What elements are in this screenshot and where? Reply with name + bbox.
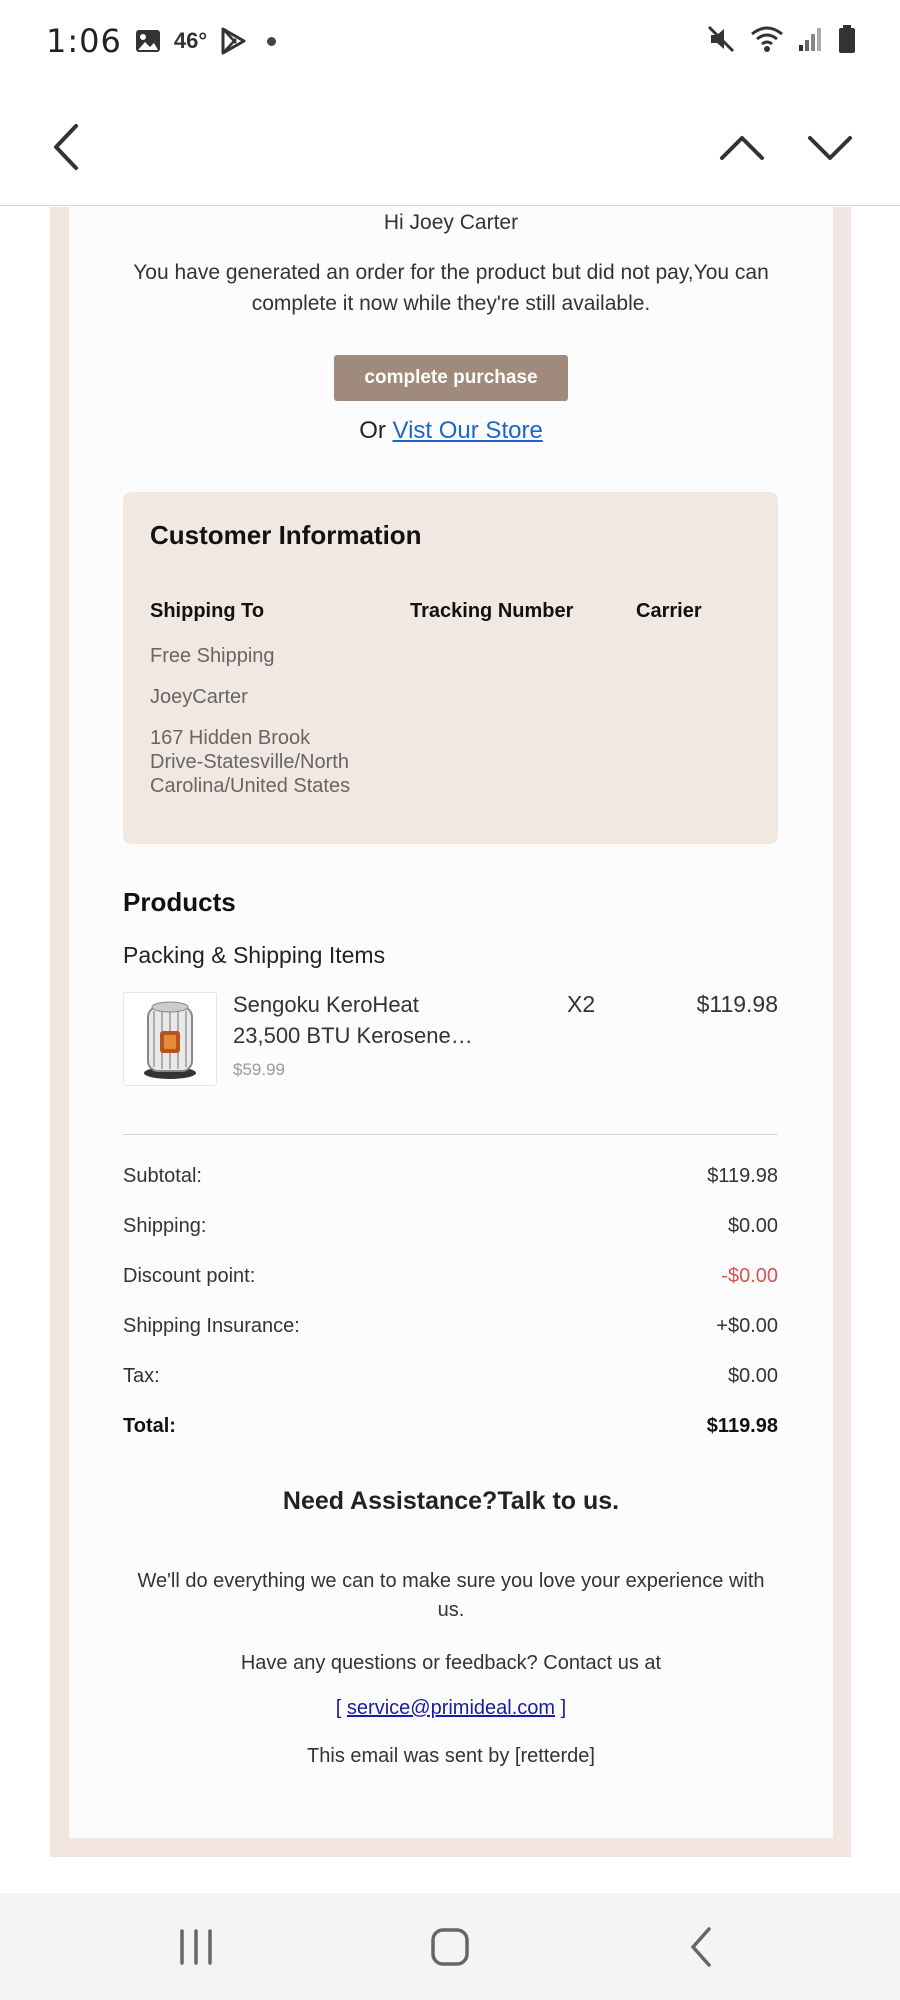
tracking-number-header: Tracking Number bbox=[410, 600, 574, 622]
divider bbox=[123, 1134, 778, 1135]
summary-row-shipping: Shipping: $0.00 bbox=[123, 1215, 778, 1238]
back-icon[interactable] bbox=[684, 1923, 718, 1971]
notification-dot-icon bbox=[267, 36, 277, 46]
summary-row-tax: Tax: $0.00 bbox=[123, 1365, 778, 1388]
visit-store-link[interactable]: Vist Our Store bbox=[393, 417, 543, 444]
sent-by-line: This email was sent by [retterde] bbox=[307, 1745, 595, 1767]
play-store-icon bbox=[221, 27, 246, 55]
assistance-title: Need Assistance?Talk to us. bbox=[282, 1487, 620, 1515]
recent-apps-icon[interactable] bbox=[176, 1923, 216, 1971]
summary-value: $0.00 bbox=[727, 1215, 778, 1237]
address-line-3: Carolina/United States bbox=[150, 775, 351, 797]
customer-name: JoeyCarter bbox=[150, 686, 248, 708]
address-line-2: Drive-Statesville/North bbox=[150, 751, 349, 773]
store-line: Or Vist Our Store bbox=[69, 417, 833, 445]
summary-label: Total: bbox=[123, 1415, 176, 1437]
email-frame: Hi Joey Carter You have generated an ord… bbox=[50, 207, 851, 1857]
status-time: 1:06 bbox=[46, 22, 122, 60]
intro-text: You have generated an order for the prod… bbox=[133, 261, 769, 315]
bracket-close: ] bbox=[555, 1697, 567, 1719]
summary-row-insurance: Shipping Insurance: +$0.00 bbox=[123, 1315, 778, 1338]
address-line-1: 167 Hidden Brook bbox=[150, 727, 311, 749]
greeting: Hi Joey Carter bbox=[383, 211, 519, 234]
assistance-text: We'll do everything we can to make sure … bbox=[137, 1570, 765, 1621]
summary-row-subtotal: Subtotal: $119.98 bbox=[123, 1165, 778, 1188]
mute-icon bbox=[707, 25, 735, 53]
summary-value: $0.00 bbox=[727, 1365, 778, 1387]
packing-title: Packing & Shipping Items bbox=[123, 942, 386, 968]
summary-label: Tax: bbox=[123, 1365, 160, 1387]
summary-label: Subtotal: bbox=[123, 1165, 202, 1187]
heater-image-icon bbox=[144, 1001, 196, 1079]
store-prefix: Or bbox=[359, 417, 393, 444]
summary-label: Shipping: bbox=[123, 1215, 207, 1237]
contact-line: Have any questions or feedback? Contact … bbox=[240, 1652, 662, 1674]
shipping-to-header: Shipping To bbox=[150, 600, 265, 622]
summary-row-total: Total: $119.98 bbox=[123, 1415, 778, 1438]
contact-email-link[interactable]: service@primideal.com bbox=[347, 1697, 555, 1719]
product-name[interactable]: Sengoku KeroHeat 23,500 BTU Kerosene… bbox=[233, 989, 473, 1051]
wifi-icon bbox=[751, 26, 783, 52]
status-temperature: 46° bbox=[173, 28, 208, 53]
summary-row-discount: Discount point: -$0.00 bbox=[123, 1265, 778, 1288]
summary-value: $119.98 bbox=[707, 1165, 778, 1187]
signal-icon bbox=[799, 28, 821, 51]
customer-info-title: Customer Information bbox=[150, 520, 422, 550]
battery-icon bbox=[839, 25, 855, 53]
product-unit-price: $59.99 bbox=[233, 1060, 285, 1079]
summary-value: -$0.00 bbox=[721, 1265, 778, 1287]
email-body: Hi Joey Carter You have generated an ord… bbox=[69, 207, 833, 1838]
summary-label: Discount point: bbox=[123, 1265, 256, 1287]
chevron-up-icon[interactable] bbox=[718, 128, 766, 168]
contact-email-line: [ service@primideal.com ] bbox=[69, 1697, 833, 1720]
status-bar: 1:06 46° bbox=[0, 0, 900, 84]
gallery-icon bbox=[135, 30, 160, 52]
product-image[interactable] bbox=[123, 992, 217, 1086]
summary-value: $119.98 bbox=[706, 1415, 778, 1437]
system-nav-bar bbox=[0, 1893, 900, 2000]
customer-info-card: Customer Information Shipping To Trackin… bbox=[123, 492, 778, 844]
shipping-method: Free Shipping bbox=[150, 645, 275, 667]
summary-label: Shipping Insurance: bbox=[123, 1315, 300, 1337]
product-price: $119.98 bbox=[696, 991, 778, 1017]
product-quantity: X2 bbox=[567, 991, 596, 1017]
bracket-open: [ bbox=[335, 1697, 347, 1719]
chevron-down-icon[interactable] bbox=[806, 128, 854, 168]
home-icon[interactable] bbox=[426, 1923, 474, 1971]
products-title: Products bbox=[123, 887, 236, 917]
complete-purchase-button[interactable]: complete purchase bbox=[334, 355, 568, 401]
back-chevron-icon[interactable] bbox=[48, 122, 88, 172]
carrier-header: Carrier bbox=[636, 600, 702, 622]
top-nav bbox=[0, 84, 900, 206]
summary-value: +$0.00 bbox=[716, 1315, 778, 1337]
